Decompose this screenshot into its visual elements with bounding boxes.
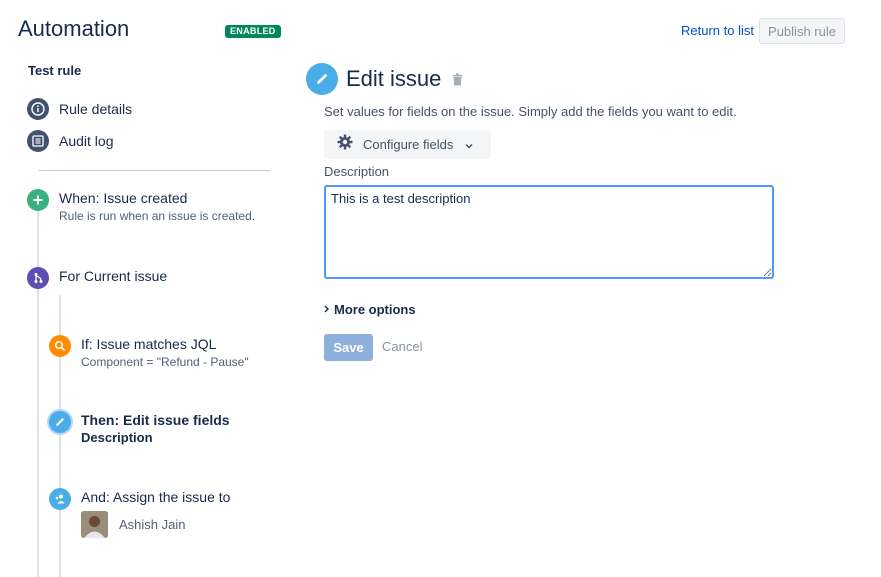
assign-user-icon <box>49 488 71 510</box>
edit-description: Set values for fields on the issue. Simp… <box>324 104 737 119</box>
avatar <box>81 511 108 538</box>
assignee-name: Ashish Jain <box>119 517 186 532</box>
sidebar-item-rule-details[interactable]: Rule details <box>27 98 132 120</box>
component-action-edit-issue[interactable]: Then: Edit issue fields Description <box>49 411 230 446</box>
cancel-button[interactable]: Cancel <box>382 339 422 354</box>
component-action-assign[interactable]: And: Assign the issue to <box>49 488 230 510</box>
info-icon <box>27 98 49 120</box>
rule-chain-line <box>37 205 39 577</box>
more-options-toggle[interactable]: More options <box>324 300 416 318</box>
component-subtitle: Rule is run when an issue is created. <box>59 209 256 223</box>
branch-icon <box>27 267 49 289</box>
sidebar-item-label: Rule details <box>59 101 133 117</box>
component-title: When: Issue created <box>59 190 188 206</box>
configure-fields-label: Configure fields <box>363 137 454 152</box>
page-title: Edit issue <box>346 66 442 91</box>
status-badge: ENABLED <box>225 25 281 38</box>
sidebar-item-label: Audit log <box>59 133 114 149</box>
pencil-icon <box>49 411 71 433</box>
sidebar-divider <box>39 170 270 171</box>
plus-icon <box>27 189 49 211</box>
app-title: Automation <box>18 16 130 41</box>
save-button[interactable]: Save <box>324 334 373 361</box>
component-title: Then: Edit issue fields <box>81 412 230 428</box>
component-title: If: Issue matches JQL <box>81 336 217 352</box>
component-title: For Current issue <box>59 268 168 284</box>
description-field-label: Description <box>324 164 390 179</box>
component-trigger[interactable]: When: Issue created Rule is run when an … <box>27 189 255 224</box>
more-options-label: More options <box>334 301 416 317</box>
publish-rule-button[interactable]: Publish rule <box>759 18 845 44</box>
description-field[interactable]: This is a test description <box>324 185 774 279</box>
component-condition[interactable]: If: Issue matches JQL Component = "Refun… <box>49 335 249 370</box>
search-icon <box>49 335 71 357</box>
audit-log-icon <box>27 130 49 152</box>
component-title: And: Assign the issue to <box>81 489 231 505</box>
component-subtitle: Component = "Refund - Pause" <box>81 355 249 369</box>
configure-fields-button[interactable]: Configure fields <box>324 130 491 159</box>
component-subtitle: Description <box>81 430 153 445</box>
gear-icon <box>337 134 353 155</box>
chevron-down-icon <box>465 136 473 154</box>
trash-icon[interactable] <box>452 73 463 91</box>
pencil-icon <box>306 63 338 95</box>
component-branch[interactable]: For Current issue <box>27 267 167 289</box>
sidebar-item-audit-log[interactable]: Audit log <box>27 130 113 152</box>
chevron-right-icon <box>324 300 329 318</box>
return-to-list-link[interactable]: Return to list <box>681 23 754 38</box>
rule-name: Test rule <box>28 63 82 78</box>
